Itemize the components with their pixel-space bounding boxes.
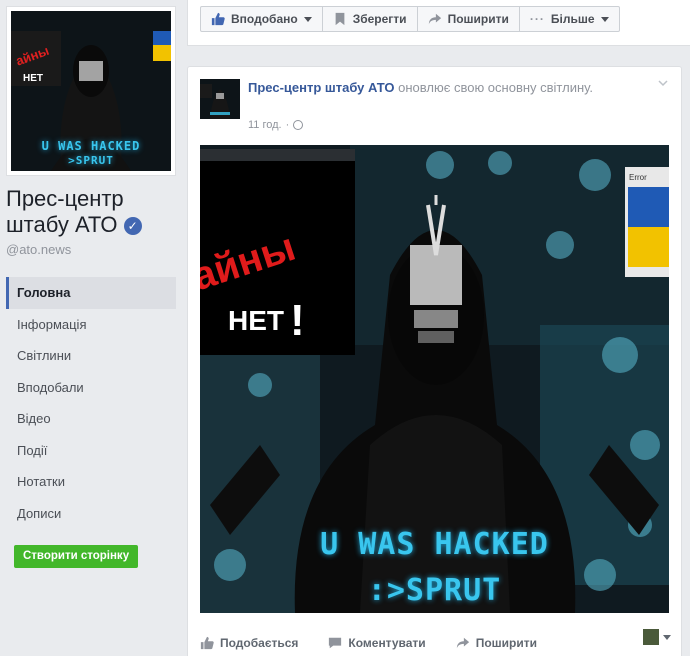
sign-text-2: НЕТ [228, 305, 284, 336]
image-sprut-text: :>SPRUT [367, 573, 502, 608]
more-button[interactable]: ··· Більше [518, 6, 620, 32]
post-image[interactable]: айны НЕТ ! Error U WAS HACKED:>SPRUT [200, 145, 669, 613]
nav-item-posts[interactable]: Дописи [6, 498, 176, 530]
nav-item-info[interactable]: Інформація [6, 309, 176, 341]
page-actions-bar: Вподобано Зберегти Поширити ··· Більше [187, 0, 690, 46]
post-action-text: оновлює свою основну світлину. [398, 80, 593, 95]
profile-hacked-text: U WAS HACKED [41, 139, 141, 153]
globe-icon [293, 120, 304, 130]
profile-picture[interactable]: айны НЕТ U WAS HACKED >SPRUT [6, 6, 176, 176]
share-action-label: Поширити [475, 636, 537, 650]
nav-item-likes[interactable]: Вподобали [6, 372, 176, 404]
bookmark-icon [335, 12, 345, 26]
verified-badge-icon: ✓ [123, 217, 142, 235]
liked-button[interactable]: Вподобано [200, 6, 323, 32]
image-hacked-text: U WAS HACKED [320, 527, 549, 562]
nav-item-notes[interactable]: Нотатки [6, 466, 176, 498]
share-label: Поширити [447, 12, 509, 26]
post-header: Прес-центр штабу АТО оновлює свою основн… [248, 79, 658, 97]
nav-item-home[interactable]: Головна [6, 277, 176, 309]
profile-sprut-text: >SPRUT [68, 154, 114, 167]
like-label: Подобається [220, 636, 299, 650]
liked-label: Вподобано [231, 12, 298, 26]
post-card: Прес-центр штабу АТО оновлює свою основн… [187, 66, 682, 656]
more-label: Більше [550, 12, 595, 26]
post-meta: 11 год. · [248, 119, 304, 131]
chevron-down-icon [663, 634, 671, 640]
popup-title: Error [629, 173, 647, 182]
chevron-down-icon [600, 16, 609, 22]
chevron-down-icon [303, 16, 312, 22]
more-dots-icon: ··· [529, 12, 545, 26]
comment-label: Коментувати [348, 636, 426, 650]
page-nav: Головна Інформація Світлини Вподобали Ві… [6, 277, 176, 529]
save-label: Зберегти [352, 12, 407, 26]
nav-item-events[interactable]: Події [6, 435, 176, 467]
post-as-selector[interactable] [643, 629, 671, 645]
nav-item-photos[interactable]: Світлини [6, 340, 176, 372]
share-arrow-icon [428, 13, 441, 25]
create-page-button[interactable]: Створити сторінку [14, 545, 139, 568]
share-page-button[interactable]: Поширити [416, 6, 520, 32]
post-author-avatar[interactable] [200, 79, 240, 119]
profile-picture-image: айны НЕТ U WAS HACKED >SPRUT [11, 11, 171, 171]
meta-dot: · [285, 119, 290, 131]
thumbs-up-icon [200, 636, 214, 650]
post-menu-chevron-icon[interactable] [657, 77, 669, 89]
share-arrow-icon [456, 637, 469, 649]
page-handle[interactable]: @ato.news [6, 242, 71, 257]
page-title-text[interactable]: Прес-центр штабу АТО [6, 186, 124, 237]
comment-button[interactable]: Коментувати [328, 636, 426, 650]
post-timestamp[interactable]: 11 год. [248, 119, 282, 131]
save-button[interactable]: Зберегти [321, 6, 418, 32]
svg-text:НЕТ: НЕТ [23, 73, 43, 84]
svg-text:!: ! [290, 296, 305, 345]
nav-item-videos[interactable]: Відео [6, 403, 176, 435]
thumbs-up-icon [211, 12, 225, 26]
post-action-bar: Подобається Коментувати Поширити [188, 629, 681, 656]
page-title[interactable]: Прес-центр штабу АТО ✓ [6, 186, 178, 238]
comment-icon [329, 637, 342, 649]
avatar [643, 629, 659, 645]
like-button[interactable]: Подобається [200, 636, 298, 650]
post-author-link[interactable]: Прес-центр штабу АТО [248, 80, 395, 95]
share-button[interactable]: Поширити [456, 636, 537, 650]
